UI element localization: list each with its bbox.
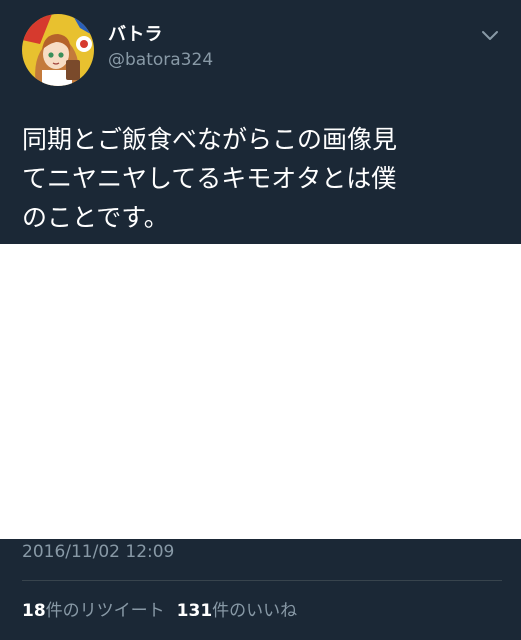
avatar-illustration [22,14,94,86]
tweet-timestamp[interactable]: 2016/11/02 12:09 [22,540,174,564]
tweet-header: バトラ @batora324 [22,14,502,86]
tweet-text-line: てニヤニヤしてるキモオタとは僕 [22,164,397,193]
author-info: バトラ @batora324 [108,24,213,72]
avatar[interactable] [22,14,94,86]
retweets-stat[interactable]: 18 件のリツイート [22,598,165,624]
tweet-text-line: のことです。 [22,203,169,232]
tweet-text: 同期とご飯食べながらこの画像見 てニヤニヤしてるキモオタとは僕 のことです。 [22,120,502,237]
tweet: バトラ @batora324 同期とご飯食べながらこの画像見 てニヤニヤしてるキ… [0,0,521,640]
display-name[interactable]: バトラ [108,24,213,46]
tweet-text-line: 同期とご飯食べながらこの画像見 [22,125,398,154]
tweet-stats: 18 件のリツイート 131 件のいいね [22,598,297,624]
chevron-down-icon[interactable] [478,24,502,48]
retweet-count: 18 [22,601,46,621]
like-count: 131 [176,601,213,621]
retweet-label: 件のリツイート [45,601,165,621]
tweet-media[interactable] [0,244,521,539]
user-handle[interactable]: @batora324 [108,48,213,72]
divider [22,580,502,581]
like-label: 件のいいね [212,601,298,621]
likes-stat[interactable]: 131 件のいいね [177,598,298,624]
